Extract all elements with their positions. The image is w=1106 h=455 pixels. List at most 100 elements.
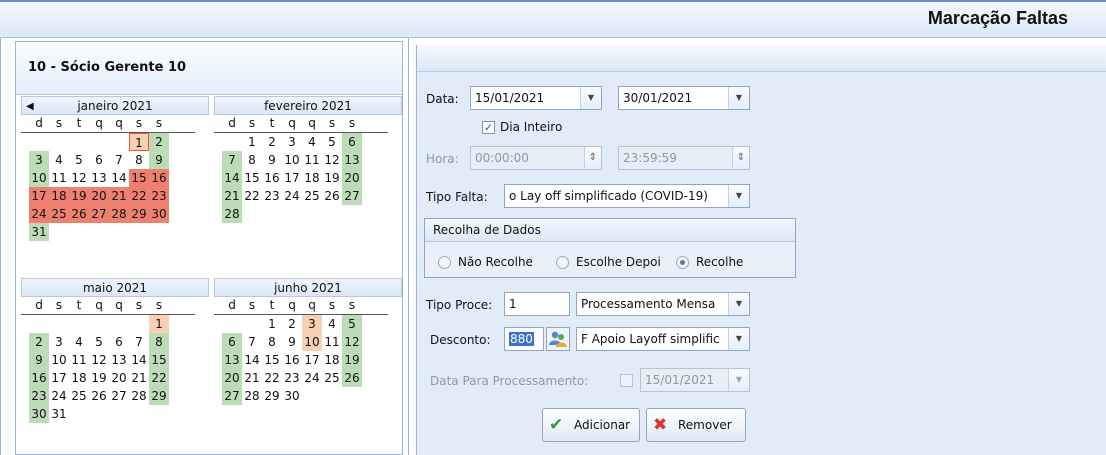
calendar-day[interactable]: 9 bbox=[262, 151, 282, 169]
calendar-day[interactable]: 6 bbox=[89, 151, 109, 169]
calendar-day[interactable]: 6 bbox=[222, 333, 242, 351]
calendar-day[interactable]: 8 bbox=[149, 333, 169, 351]
calendar-day[interactable]: 9 bbox=[29, 351, 49, 369]
calendar-day[interactable]: 24 bbox=[282, 187, 302, 205]
calendar-day[interactable]: 11 bbox=[322, 333, 342, 351]
calendar-day[interactable]: 17 bbox=[282, 169, 302, 187]
calendar-day[interactable]: 16 bbox=[282, 351, 302, 369]
chevron-down-icon[interactable]: ▼ bbox=[728, 293, 749, 315]
calendar-day[interactable]: 15 bbox=[149, 351, 169, 369]
calendar-day[interactable]: 8 bbox=[242, 151, 262, 169]
calendar-day[interactable]: 31 bbox=[29, 223, 49, 241]
calendar-day[interactable]: 19 bbox=[89, 369, 109, 387]
month-title[interactable]: ◀ janeiro 2021 bbox=[21, 96, 209, 115]
calendar-day[interactable]: 19 bbox=[342, 351, 362, 369]
calendar-day[interactable]: 28 bbox=[129, 387, 149, 405]
radio-recolhe[interactable] bbox=[676, 256, 689, 269]
calendar-day[interactable]: 20 bbox=[89, 187, 109, 205]
calendar-day[interactable]: 19 bbox=[69, 187, 89, 205]
chevron-down-icon[interactable]: ▼ bbox=[728, 369, 749, 391]
calendar-day[interactable]: 14 bbox=[222, 169, 242, 187]
calendar-day[interactable]: 13 bbox=[222, 351, 242, 369]
calendar-day[interactable]: 18 bbox=[322, 351, 342, 369]
calendar-day[interactable]: 20 bbox=[222, 369, 242, 387]
tipo-proce-code-input[interactable]: 1 bbox=[504, 292, 570, 316]
calendar-day[interactable]: 28 bbox=[222, 205, 242, 223]
calendar-day[interactable]: 30 bbox=[29, 405, 49, 423]
calendar-day[interactable]: 22 bbox=[129, 187, 149, 205]
calendar-day[interactable]: 17 bbox=[29, 187, 49, 205]
data-proc-input[interactable]: 15/01/2021 ▼ bbox=[640, 368, 750, 392]
calendar-day[interactable]: 16 bbox=[29, 369, 49, 387]
calendar-day[interactable]: 12 bbox=[89, 351, 109, 369]
calendar-day[interactable]: 17 bbox=[302, 351, 322, 369]
calendar-day[interactable]: 29 bbox=[262, 387, 282, 405]
calendar-day[interactable]: 4 bbox=[322, 315, 342, 333]
calendar-day[interactable]: 11 bbox=[69, 351, 89, 369]
calendar-day[interactable]: 25 bbox=[69, 387, 89, 405]
calendar-day[interactable]: 21 bbox=[222, 187, 242, 205]
calendar-day[interactable]: 21 bbox=[242, 369, 262, 387]
calendar-day[interactable]: 15 bbox=[129, 169, 149, 187]
calendar-day[interactable]: 9 bbox=[149, 151, 169, 169]
calendar-day[interactable]: 14 bbox=[242, 351, 262, 369]
month-title[interactable]: junho 2021 bbox=[214, 278, 402, 297]
calendar-day[interactable]: 5 bbox=[69, 151, 89, 169]
calendar-day[interactable]: 13 bbox=[109, 351, 129, 369]
calendar-day[interactable]: 22 bbox=[149, 369, 169, 387]
data-from-input[interactable]: 15/01/2021 ▼ bbox=[470, 86, 602, 110]
calendar-day[interactable]: 25 bbox=[49, 205, 69, 223]
splitter[interactable] bbox=[408, 38, 409, 455]
calendar-day[interactable]: 1 bbox=[262, 315, 282, 333]
month-title[interactable]: fevereiro 2021 bbox=[214, 96, 402, 115]
calendar-day[interactable]: 7 bbox=[242, 333, 262, 351]
calendar-day[interactable]: 20 bbox=[109, 369, 129, 387]
data-proc-checkbox[interactable] bbox=[620, 374, 633, 387]
calendar-day[interactable]: 26 bbox=[69, 205, 89, 223]
prev-month-icon[interactable]: ◀ bbox=[26, 97, 34, 116]
calendar-day[interactable]: 28 bbox=[109, 205, 129, 223]
calendar-day[interactable]: 4 bbox=[302, 133, 322, 151]
calendar-day[interactable]: 30 bbox=[282, 387, 302, 405]
calendar-day[interactable]: 16 bbox=[262, 169, 282, 187]
calendar-day[interactable]: 21 bbox=[109, 187, 129, 205]
calendar-day[interactable]: 14 bbox=[109, 169, 129, 187]
calendar-day[interactable]: 27 bbox=[222, 387, 242, 405]
calendar-day[interactable]: 24 bbox=[49, 387, 69, 405]
calendar-day[interactable]: 1 bbox=[149, 315, 169, 333]
calendar-day[interactable]: 31 bbox=[49, 405, 69, 423]
calendar-day[interactable]: 10 bbox=[282, 151, 302, 169]
calendar-day[interactable]: 15 bbox=[262, 351, 282, 369]
calendar-day[interactable]: 2 bbox=[262, 133, 282, 151]
calendar-day[interactable]: 25 bbox=[322, 369, 342, 387]
calendar-day[interactable]: 26 bbox=[342, 369, 362, 387]
chevron-down-icon[interactable]: ▼ bbox=[728, 87, 749, 109]
desconto-select[interactable]: F Apoio Layoff simplific ▼ bbox=[576, 327, 750, 351]
calendar-day[interactable]: 13 bbox=[342, 151, 362, 169]
calendar-day[interactable]: 18 bbox=[49, 187, 69, 205]
calendar-day[interactable]: 17 bbox=[49, 369, 69, 387]
calendar-day[interactable]: 4 bbox=[69, 333, 89, 351]
calendar-day[interactable]: 7 bbox=[129, 333, 149, 351]
calendar-day[interactable]: 29 bbox=[149, 387, 169, 405]
month-title[interactable]: maio 2021 bbox=[21, 278, 209, 297]
calendar-day[interactable]: 18 bbox=[69, 369, 89, 387]
lookup-button[interactable] bbox=[546, 327, 570, 351]
calendar-day[interactable]: 7 bbox=[222, 151, 242, 169]
calendar-day[interactable]: 26 bbox=[322, 187, 342, 205]
radio-escolhe-depois[interactable] bbox=[556, 256, 569, 269]
calendar-day[interactable]: 10 bbox=[29, 169, 49, 187]
chevron-down-icon[interactable]: ▼ bbox=[728, 185, 749, 207]
calendar-day[interactable]: 16 bbox=[149, 169, 169, 187]
calendar-day[interactable]: 7 bbox=[109, 151, 129, 169]
calendar-day[interactable]: 24 bbox=[302, 369, 322, 387]
hora-to-input[interactable]: 23:59:59 ⇕ bbox=[618, 146, 750, 170]
chevron-down-icon[interactable]: ▼ bbox=[580, 87, 601, 109]
calendar-day[interactable]: 11 bbox=[302, 151, 322, 169]
calendar-day[interactable]: 2 bbox=[29, 333, 49, 351]
spinner-icon[interactable]: ⇕ bbox=[732, 147, 749, 169]
calendar-day[interactable]: 22 bbox=[262, 369, 282, 387]
chevron-down-icon[interactable]: ▼ bbox=[728, 328, 749, 350]
calendar-day[interactable]: 10 bbox=[49, 351, 69, 369]
calendar-day[interactable]: 27 bbox=[89, 205, 109, 223]
